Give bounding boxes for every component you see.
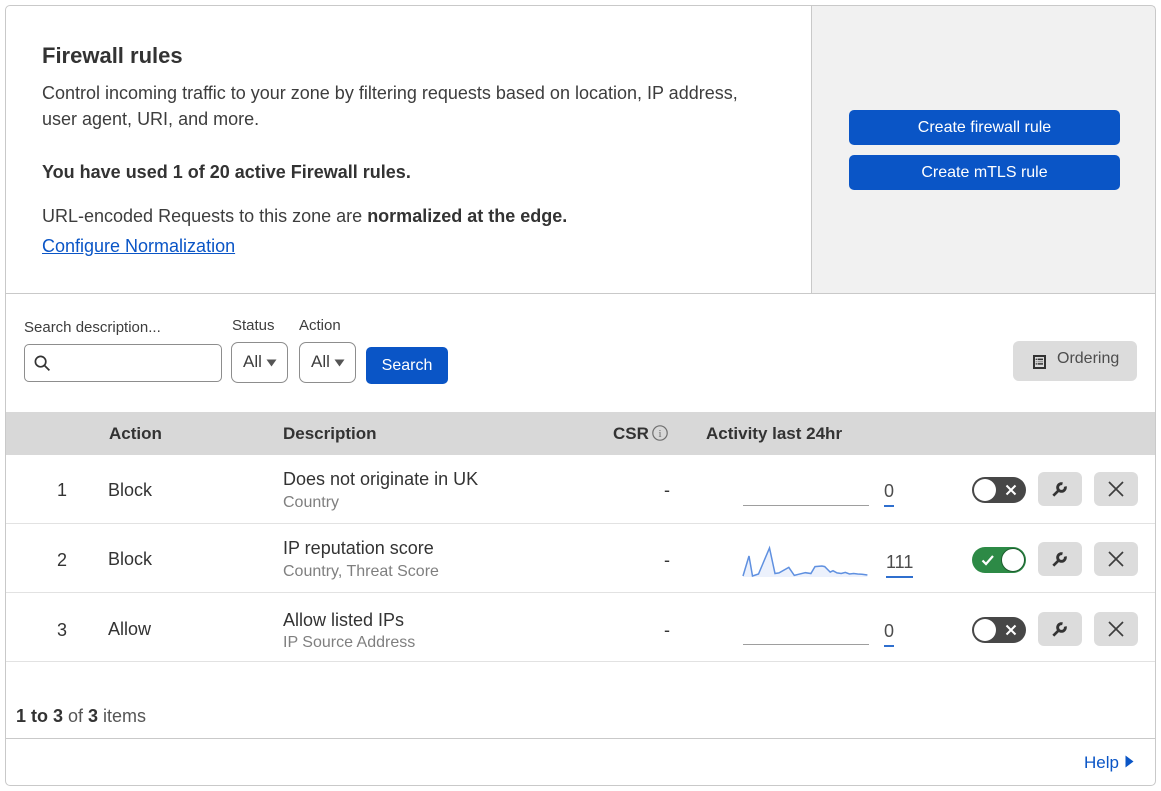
svg-text:i: i	[658, 428, 661, 440]
